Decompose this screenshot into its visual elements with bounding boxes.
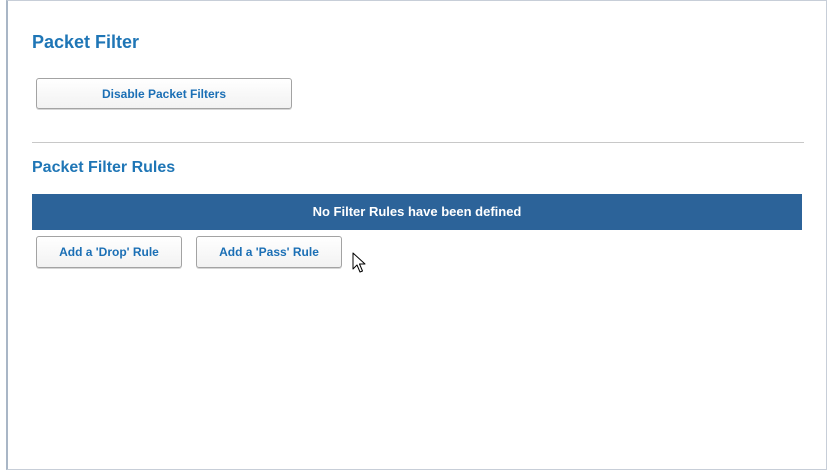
add-drop-rule-button[interactable]: Add a 'Drop' Rule <box>36 236 182 268</box>
disable-packet-filters-button[interactable]: Disable Packet Filters <box>36 78 292 109</box>
content-panel: Packet Filter Disable Packet Filters Pac… <box>6 0 827 470</box>
add-pass-rule-button[interactable]: Add a 'Pass' Rule <box>196 236 342 268</box>
no-rules-banner: No Filter Rules have been defined <box>32 194 802 230</box>
page-title: Packet Filter <box>32 32 140 52</box>
mouse-pointer-icon <box>352 252 366 273</box>
section-divider <box>32 142 804 143</box>
rules-section-title: Packet Filter Rules <box>32 159 176 176</box>
